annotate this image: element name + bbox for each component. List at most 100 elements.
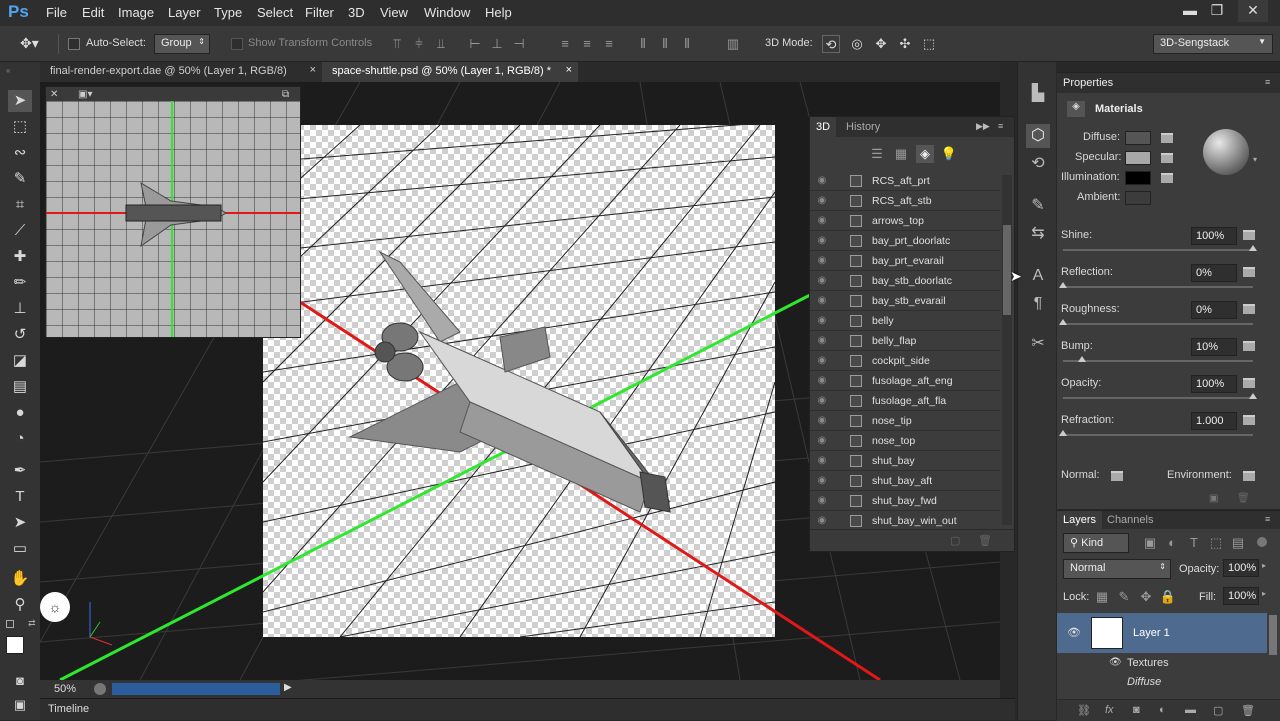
- lasso-tool-icon[interactable]: ∾: [8, 142, 32, 164]
- eraser-tool-icon[interactable]: ◪: [8, 350, 32, 372]
- auto-align-icon[interactable]: ▥: [724, 35, 742, 53]
- adjustment-layer-icon[interactable]: ◐: [1159, 704, 1166, 716]
- material-row[interactable]: ◉ shut_bay_win_out: [810, 511, 1000, 531]
- eye-icon[interactable]: ◉: [816, 295, 828, 307]
- material-row[interactable]: ◉ RCS_aft_prt: [810, 171, 1000, 191]
- align-right-icon[interactable]: ⊣: [510, 35, 528, 53]
- tab-layers[interactable]: Layers: [1057, 511, 1103, 529]
- menu-help[interactable]: Help: [485, 5, 512, 20]
- scrollbar-thumb[interactable]: [1269, 615, 1277, 655]
- menu-filter[interactable]: Filter: [305, 5, 334, 20]
- character-icon[interactable]: A: [1026, 264, 1050, 288]
- view-menu-icon[interactable]: ▣▾: [78, 89, 92, 100]
- adjustments-icon[interactable]: ⇆: [1026, 222, 1050, 246]
- foreground-color-swatch[interactable]: [6, 636, 24, 654]
- light-widget-icon[interactable]: ☼: [40, 592, 70, 622]
- fill-input[interactable]: 100%: [1223, 587, 1259, 605]
- blur-tool-icon[interactable]: ●: [8, 402, 32, 424]
- zoom-level[interactable]: 50%: [54, 683, 76, 695]
- paragraph-icon[interactable]: ¶: [1026, 292, 1050, 316]
- secondary-view-panel[interactable]: ✕ ▣▾ ⧉: [45, 86, 301, 338]
- eye-icon[interactable]: ◉: [816, 435, 828, 447]
- chevron-down-icon[interactable]: ▾: [1253, 155, 1257, 164]
- menu-window[interactable]: Window: [424, 5, 470, 20]
- gradient-tool-icon[interactable]: ▤: [8, 376, 32, 398]
- diffuse-texture-folder-icon[interactable]: [1161, 133, 1173, 143]
- close-tab-icon[interactable]: ×: [310, 64, 316, 76]
- material-row[interactable]: ◉ bay_prt_evarail: [810, 251, 1000, 271]
- param-slider-knob[interactable]: [1059, 282, 1067, 288]
- param-value-input[interactable]: 10%: [1191, 338, 1237, 356]
- lights-icon[interactable]: 💡: [940, 145, 958, 163]
- histogram-icon[interactable]: ▙: [1026, 82, 1050, 106]
- eye-icon[interactable]: ◉: [816, 415, 828, 427]
- move-tool-icon[interactable]: ✥▾: [20, 35, 39, 52]
- pen-tool-icon[interactable]: ✒: [8, 460, 32, 482]
- opacity-arrow-icon[interactable]: ▸: [1262, 561, 1266, 570]
- history-brush-tool-icon[interactable]: ↺: [8, 324, 32, 346]
- zoom-tool-icon[interactable]: ⚲: [8, 594, 32, 616]
- quick-select-tool-icon[interactable]: ✎: [8, 168, 32, 190]
- eye-icon[interactable]: ◉: [816, 335, 828, 347]
- param-slider-track[interactable]: [1063, 249, 1253, 251]
- timeline-panel[interactable]: Timeline: [40, 698, 1015, 720]
- show-transform-checkbox[interactable]: [231, 38, 243, 50]
- hand-tool-icon[interactable]: ✋: [8, 568, 32, 590]
- properties-title[interactable]: Properties: [1063, 77, 1113, 89]
- param-value-input[interactable]: 100%: [1191, 227, 1237, 245]
- tab-history[interactable]: History: [846, 121, 880, 133]
- link-layers-icon[interactable]: ⛓: [1077, 704, 1091, 717]
- param-slider-track[interactable]: [1063, 397, 1253, 399]
- distribute-top-icon[interactable]: ≡: [556, 35, 574, 53]
- param-texture-folder-icon[interactable]: [1243, 304, 1255, 314]
- material-row[interactable]: ◉ fusolage_aft_fla: [810, 391, 1000, 411]
- illumination-texture-folder-icon[interactable]: [1161, 173, 1173, 183]
- param-slider-track[interactable]: [1063, 434, 1253, 436]
- param-texture-folder-icon[interactable]: [1243, 415, 1255, 425]
- param-slider-knob[interactable]: [1078, 356, 1086, 362]
- opacity-input[interactable]: 100%: [1223, 559, 1259, 577]
- eye-icon[interactable]: ◉: [816, 315, 828, 327]
- distribute-bottom-icon[interactable]: ≡: [600, 35, 618, 53]
- move-tool-icon[interactable]: ➤: [8, 90, 32, 112]
- environment-folder-icon[interactable]: [1243, 471, 1255, 481]
- material-row[interactable]: ◉ nose_tip: [810, 411, 1000, 431]
- layer-mask-icon[interactable]: ▣: [1209, 493, 1218, 504]
- layer-style-icon[interactable]: fx: [1105, 704, 1114, 716]
- whole-scene-icon[interactable]: ☰: [868, 145, 886, 163]
- workspace-dropdown[interactable]: 3D-Sengstack ▼: [1153, 34, 1273, 54]
- collapse-toolbox-icon[interactable]: «: [6, 66, 10, 75]
- tab-channels[interactable]: Channels: [1107, 514, 1153, 526]
- material-row[interactable]: ◉ arrows_top: [810, 211, 1000, 231]
- eye-icon[interactable]: ◉: [816, 175, 828, 187]
- close-view-icon[interactable]: ✕: [50, 89, 58, 100]
- healing-brush-tool-icon[interactable]: ✚: [8, 246, 32, 268]
- material-row[interactable]: ◉ cockpit_side: [810, 351, 1000, 371]
- type-tool-icon[interactable]: T: [8, 486, 32, 508]
- rectangle-tool-icon[interactable]: ▭: [8, 538, 32, 560]
- eye-icon[interactable]: ◉: [816, 195, 828, 207]
- slide-3d-icon[interactable]: ✣: [896, 35, 914, 53]
- filter-adjustment-icon[interactable]: ◐: [1163, 534, 1181, 552]
- param-texture-folder-icon[interactable]: [1243, 267, 1255, 277]
- param-slider-knob[interactable]: [1249, 393, 1257, 399]
- default-colors-icon[interactable]: [6, 620, 14, 628]
- filter-shape-icon[interactable]: ⬚: [1207, 534, 1225, 552]
- illumination-color-swatch[interactable]: [1125, 171, 1151, 185]
- filter-type-icon[interactable]: T: [1185, 534, 1203, 552]
- status-menu-icon[interactable]: [94, 683, 106, 695]
- restore-button[interactable]: ❐: [1202, 0, 1232, 22]
- layer-name[interactable]: Layer 1: [1133, 627, 1170, 639]
- align-vcenter-icon[interactable]: ⫩: [410, 35, 428, 53]
- expand-panel-icon[interactable]: ▶▶: [976, 121, 990, 132]
- tab-final-render-export[interactable]: final-render-export.dae @ 50% (Layer 1, …: [40, 62, 322, 82]
- material-row[interactable]: ◉ bay_prt_doorlatc: [810, 231, 1000, 251]
- lock-position-icon[interactable]: ✥: [1137, 588, 1155, 606]
- material-row[interactable]: ◉ shut_bay: [810, 451, 1000, 471]
- material-row[interactable]: ◉ nose_top: [810, 431, 1000, 451]
- auto-select-checkbox[interactable]: [68, 38, 80, 50]
- delete-icon[interactable]: 🗑: [1237, 493, 1250, 504]
- param-texture-folder-icon[interactable]: [1243, 378, 1255, 388]
- scale-3d-icon[interactable]: ⬚: [920, 35, 938, 53]
- eye-icon[interactable]: ◉: [816, 215, 828, 227]
